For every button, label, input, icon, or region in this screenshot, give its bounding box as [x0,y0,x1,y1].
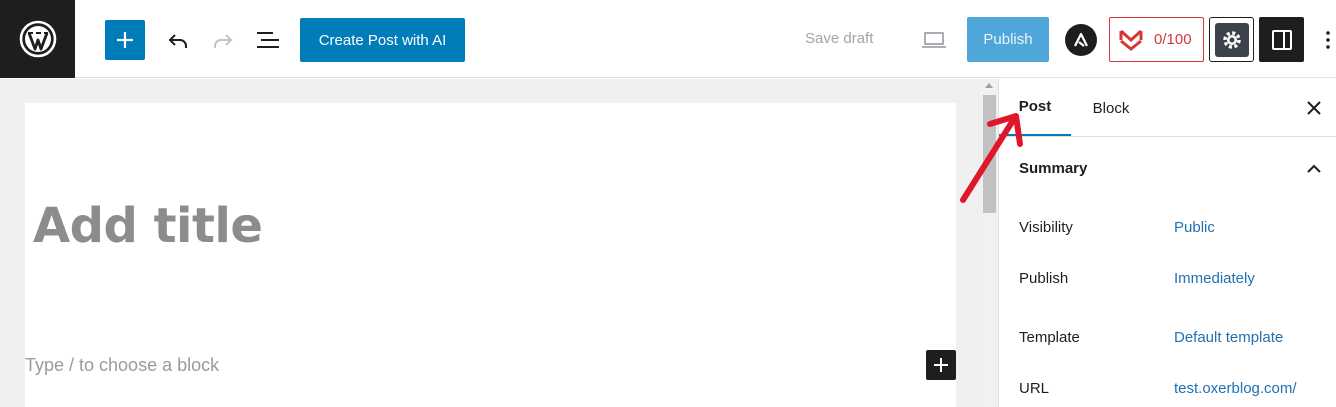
close-sidebar-button[interactable] [1302,96,1326,120]
chevron-up-icon [1307,164,1321,173]
redo-icon [214,34,233,48]
desktop-preview-icon [922,32,946,48]
template-value-link[interactable]: Default template [1174,329,1283,346]
plus-icon [934,358,948,372]
more-vertical-icon [1326,31,1330,49]
post-title-input[interactable]: Add title [33,198,263,254]
list-view-icon [257,32,279,48]
scrollbar-thumb[interactable] [983,95,996,213]
block-appender-placeholder[interactable]: Type / to choose a block [25,355,219,376]
tabs-divider [999,136,1336,137]
url-label: URL [1019,380,1050,397]
options-menu-button[interactable] [1318,24,1336,56]
publish-date-link[interactable]: Immediately [1174,270,1255,287]
astra-settings-button[interactable] [1065,24,1097,56]
seo-score-icon [1119,29,1143,51]
save-draft-button[interactable]: Save draft [805,30,873,47]
publish-button[interactable]: Publish [967,17,1049,62]
sidebar-panel-icon [1271,29,1292,50]
scroll-up-arrow-icon[interactable] [985,83,993,88]
tab-block[interactable]: Block [1075,79,1147,137]
template-label: Template [1019,329,1080,346]
seo-score-button[interactable]: 0/100 [1109,17,1204,62]
seo-score-value: 0/100 [1154,31,1192,48]
list-view-button[interactable] [252,24,284,56]
publish-label: Publish [1019,270,1069,287]
redo-button[interactable] [207,24,239,56]
undo-icon [168,34,187,48]
summary-collapse-button[interactable] [1303,158,1325,180]
settings-sidebar-toggle[interactable] [1259,17,1304,62]
tab-post[interactable]: Post [999,79,1071,137]
close-icon [1307,101,1321,115]
gear-icon [1222,30,1241,49]
summary-panel-toggle[interactable]: Summary [1019,160,1087,177]
block-inserter-button[interactable] [105,20,145,60]
visibility-value-link[interactable]: Public [1174,219,1215,236]
preview-button[interactable] [918,26,950,54]
astra-icon [1074,32,1088,47]
wordpress-logo-button[interactable] [0,0,75,78]
undo-button[interactable] [162,24,194,56]
plus-icon [117,32,133,48]
wordpress-logo-icon [19,20,56,58]
add-block-button[interactable] [926,350,956,380]
visibility-label: Visibility [1019,219,1073,236]
create-post-with-ai-button[interactable]: Create Post with AI [300,18,465,62]
url-value-link[interactable]: test.oxerblog.com/ [1174,380,1297,397]
plugin-settings-button[interactable] [1209,17,1254,62]
